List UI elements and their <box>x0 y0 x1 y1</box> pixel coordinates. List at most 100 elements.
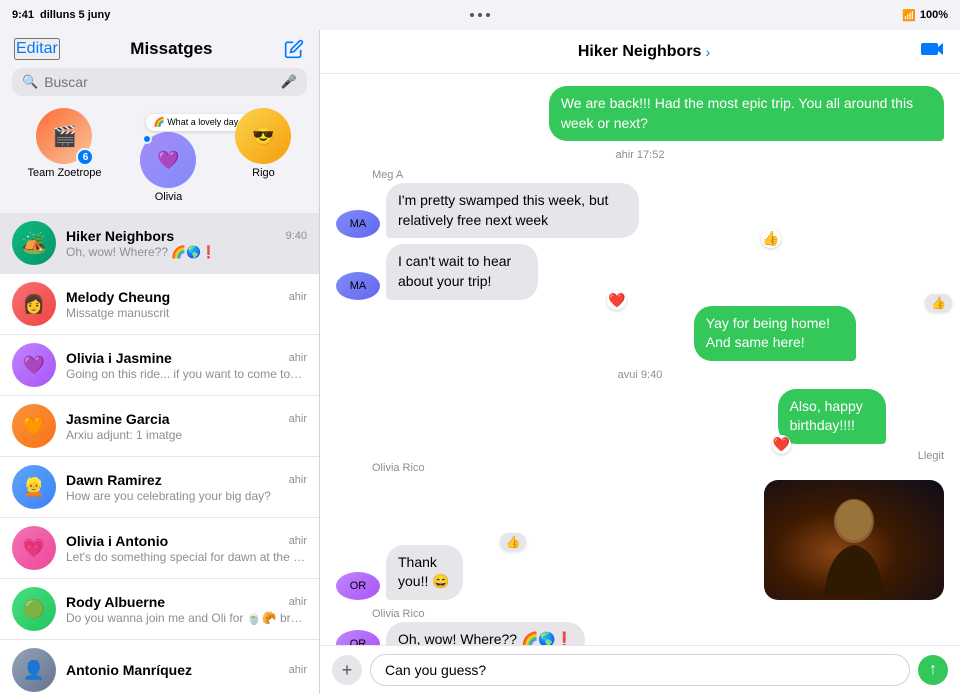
message-input[interactable] <box>370 654 910 686</box>
pinned-avatar-wrap-olivia: 🌈 What a lovely day, sunshine! 💜 <box>140 132 196 188</box>
app-container: Editar Missatges 🔍 🎤 🎬 6 T <box>0 30 960 694</box>
pinned-item-rigo[interactable]: 😎 Rigo <box>235 108 291 203</box>
pinned-item-olivia[interactable]: 🌈 What a lovely day, sunshine! 💜 Olivia <box>140 132 196 203</box>
conv-avatar-dawn: 👱 <box>12 465 56 509</box>
conv-avatar-hiker: 🏕️ <box>12 221 56 265</box>
message-row-2: MA I'm pretty swamped this week, but rel… <box>336 183 944 238</box>
conv-item-dawn[interactable]: 👱 Dawn Ramirez ahir How are you celebrat… <box>0 457 319 518</box>
conv-item-rody[interactable]: 🟢 Rody Albuerne ahir Do you wanna join m… <box>0 579 319 640</box>
input-bar: + ↑ <box>320 645 960 694</box>
conv-content-oliviaa: Olivia i Antonio ahir Let's do something… <box>66 533 307 564</box>
status-bar: 9:41 dilluns 5 juny 📶 100% <box>0 0 960 30</box>
reaction-thumbs-6: 👍 <box>500 533 527 551</box>
conv-content-dawn: Dawn Ramirez ahir How are you celebratin… <box>66 472 307 503</box>
conv-content-oliviaj: Olivia i Jasmine ahir Going on this ride… <box>66 350 307 381</box>
dot1 <box>470 13 474 17</box>
conv-time-oliviaj: ahir <box>289 352 307 364</box>
msg-avatar-olivia: OR <box>336 572 380 600</box>
conv-item-hiker[interactable]: 🏕️ Hiker Neighbors 9:40 Oh, wow! Where??… <box>0 213 319 274</box>
plus-icon: + <box>342 660 353 681</box>
msg-bubble-wrap-2: I'm pretty swamped this week, but relati… <box>386 183 775 238</box>
right-panel: Hiker Neighbors › We are back!!! Had the… <box>320 30 960 694</box>
conv-name-melody: Melody Cheung <box>66 289 170 305</box>
dot2 <box>478 13 482 17</box>
conv-name-dawn: Dawn Ramirez <box>66 472 162 488</box>
send-icon: ↑ <box>929 661 937 679</box>
message-image-7 <box>764 480 944 600</box>
conv-top-rody: Rody Albuerne ahir <box>66 594 307 610</box>
msg-avatar-mega-3: MA <box>336 272 380 300</box>
search-input[interactable] <box>44 74 275 90</box>
search-bar[interactable]: 🔍 🎤 <box>12 68 307 96</box>
messages-title: Missatges <box>130 39 212 59</box>
conv-item-oliviaa[interactable]: 💗 Olivia i Antonio ahir Let's do somethi… <box>0 518 319 579</box>
pinned-item-team-zoetrope[interactable]: 🎬 6 Team Zoetrope <box>28 108 102 203</box>
conv-name-rody: Rody Albuerne <box>66 594 165 610</box>
conv-content-hiker: Hiker Neighbors 9:40 Oh, wow! Where?? 🌈🌎… <box>66 228 307 259</box>
conv-content-jasmine: Jasmine Garcia ahir Arxiu adjunt: 1 imat… <box>66 411 307 442</box>
conv-avatar-oliviaa: 💗 <box>12 526 56 570</box>
message-bubble-1: We are back!!! Had the most epic trip. Y… <box>549 86 944 141</box>
conv-avatar-rody: 🟢 <box>12 587 56 631</box>
conv-avatar-melody: 👩 <box>12 282 56 326</box>
chat-header-center[interactable]: Hiker Neighbors › <box>578 43 710 61</box>
conv-preview-jasmine: Arxiu adjunt: 1 imatge <box>66 428 307 442</box>
time-label-2: avui 9:40 <box>336 369 944 381</box>
status-time: 9:41 <box>12 9 34 21</box>
sender-label-olivia: Olivia Rico <box>372 462 944 474</box>
conv-preview-melody: Missatge manuscrit <box>66 306 307 320</box>
conv-preview-rody: Do you wanna join me and Oli for 🍵🥐 brea… <box>66 611 307 625</box>
message-row-1: We are back!!! Had the most epic trip. Y… <box>336 86 944 141</box>
conv-time-melody: ahir <box>289 291 307 303</box>
sender-label-mega: Meg A <box>372 169 944 181</box>
conv-name-antonio: Antonio Manríquez <box>66 662 192 678</box>
plus-button[interactable]: + <box>332 655 362 685</box>
message-bubble-6: Thank you!! 😄 <box>386 545 463 600</box>
conv-item-oliviaj[interactable]: 💜 Olivia i Jasmine ahir Going on this ri… <box>0 335 319 396</box>
dot3 <box>486 13 490 17</box>
conv-content-rody: Rody Albuerne ahir Do you wanna join me … <box>66 594 307 625</box>
conv-avatar-antonio: 👤 <box>12 648 56 692</box>
conv-item-antonio[interactable]: 👤 Antonio Manríquez ahir <box>0 640 319 694</box>
reaction-heart-5: ❤️ <box>772 435 791 454</box>
message-row-4: Yay for being home! And same here! 👍 <box>336 306 944 361</box>
pinned-avatar-wrap-rigo: 😎 <box>235 108 291 164</box>
conv-content-antonio: Antonio Manríquez ahir <box>66 662 307 679</box>
conv-name-oliviaa: Olivia i Antonio <box>66 533 168 549</box>
left-header: Editar Missatges <box>0 30 319 66</box>
conv-time-rody: ahir <box>289 596 307 608</box>
video-call-button[interactable] <box>920 39 944 65</box>
conversation-list: 🏕️ Hiker Neighbors 9:40 Oh, wow! Where??… <box>0 213 319 694</box>
chat-title: Hiker Neighbors <box>578 43 702 61</box>
conv-item-melody[interactable]: 👩 Melody Cheung ahir Missatge manuscrit <box>0 274 319 335</box>
conv-item-jasmine[interactable]: 🧡 Jasmine Garcia ahir Arxiu adjunt: 1 im… <box>0 396 319 457</box>
compose-button[interactable] <box>283 38 305 60</box>
message-bubble-4: Yay for being home! And same here! <box>694 306 857 361</box>
conv-top-oliviaj: Olivia i Jasmine ahir <box>66 350 307 366</box>
conv-top-antonio: Antonio Manríquez ahir <box>66 662 307 678</box>
conv-preview-dawn: How are you celebrating your big day? <box>66 489 307 503</box>
person-image-svg <box>814 485 894 595</box>
conv-time-antonio: ahir <box>289 664 307 676</box>
message-bubble-2: I'm pretty swamped this week, but relati… <box>386 183 639 238</box>
msg-bubble-wrap-5: Also, happy birthday!!!! ❤️ <box>778 389 944 444</box>
conv-name-jasmine: Jasmine Garcia <box>66 411 170 427</box>
pinned-avatar-rigo: 😎 <box>235 108 291 164</box>
conv-avatar-oliviaj: 💜 <box>12 343 56 387</box>
reaction-heart-3: ❤️ <box>607 291 626 310</box>
pinned-name-olivia: Olivia <box>155 191 183 203</box>
pinned-name-rigo: Rigo <box>252 167 275 179</box>
edit-button[interactable]: Editar <box>14 38 60 60</box>
wifi-icon: 📶 <box>902 9 916 22</box>
conv-name-hiker: Hiker Neighbors <box>66 228 174 244</box>
send-button[interactable]: ↑ <box>918 655 948 685</box>
messages-area: We are back!!! Had the most epic trip. Y… <box>320 74 960 645</box>
conv-time-oliviaa: ahir <box>289 535 307 547</box>
message-row-5: Also, happy birthday!!!! ❤️ <box>336 389 944 444</box>
message-row-3: MA I can't wait to hear about your trip!… <box>336 244 944 299</box>
chat-header: Hiker Neighbors › <box>320 30 960 74</box>
pinned-avatar-wrap-team: 🎬 6 <box>36 108 92 164</box>
reaction-thumbs-4: 👍 <box>925 294 952 312</box>
compose-icon <box>284 39 304 59</box>
pinned-name-team: Team Zoetrope <box>28 167 102 179</box>
